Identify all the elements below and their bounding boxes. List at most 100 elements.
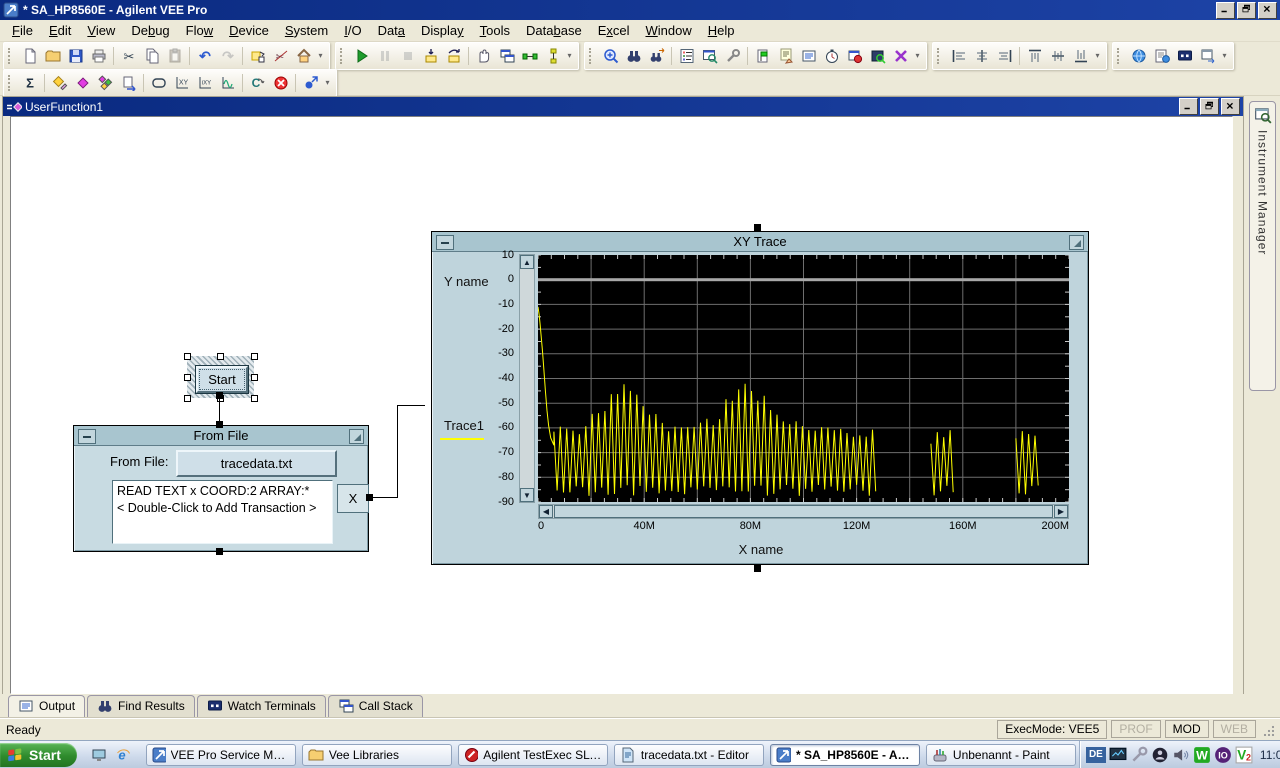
instrument-manager-tab[interactable]: Instrument Manager <box>1249 101 1276 391</box>
view-detail-button[interactable] <box>866 45 889 68</box>
menu-flow[interactable]: Flow <box>178 20 221 41</box>
close-button[interactable] <box>1258 2 1277 19</box>
x-axis-name[interactable]: X name <box>432 542 1090 557</box>
restore-button[interactable] <box>1237 2 1256 19</box>
y-axis-name[interactable]: Y name <box>444 274 489 289</box>
tab-call-stack[interactable]: Call Stack <box>328 695 423 717</box>
trace1-color-swatch[interactable] <box>440 438 484 440</box>
web-export-button[interactable] <box>1196 45 1219 68</box>
quicklaunch-ie-button[interactable]: e <box>111 743 135 767</box>
output-pin-x-tab[interactable]: X <box>337 484 369 513</box>
menu-display[interactable]: Display <box>413 20 472 41</box>
from-file-object[interactable]: From File From File: tracedata.txt READ … <box>73 425 369 552</box>
taskbar-task-tracedata-txt-editor[interactable]: tracedata.txt - Editor <box>614 744 764 766</box>
transaction-list[interactable]: READ TEXT x COORD:2 ARRAY:*< Double-Clic… <box>112 480 333 544</box>
tools-wrench-button[interactable] <box>721 45 744 68</box>
tray-agent-icon[interactable] <box>1151 746 1169 764</box>
selection-handle[interactable] <box>217 353 224 360</box>
undo-button[interactable]: ↶ <box>193 45 216 68</box>
taskbar-task-agilent-testexec-sl-t[interactable]: Agilent TestExec SL - T... <box>458 744 608 766</box>
clone-button[interactable] <box>246 45 269 68</box>
menu-debug[interactable]: Debug <box>123 20 177 41</box>
pan-hand-button[interactable] <box>472 45 495 68</box>
xy-trace-title-bar[interactable]: XY Trace <box>432 232 1088 252</box>
flag-note-button[interactable] <box>751 45 774 68</box>
tab-find-results[interactable]: Find Results <box>87 695 195 717</box>
xy-display-button[interactable]: XY <box>170 71 193 94</box>
list-view-button[interactable] <box>797 45 820 68</box>
toolbar-grip[interactable] <box>8 48 14 64</box>
from-file-sequence-out-pin[interactable] <box>216 548 223 555</box>
cascade-windows-button[interactable] <box>495 45 518 68</box>
xy-trace-minimize-button[interactable] <box>436 235 454 250</box>
zoom-in-button[interactable] <box>599 45 622 68</box>
child-restore-button[interactable] <box>1200 98 1219 115</box>
menu-system[interactable]: System <box>277 20 336 41</box>
menu-file[interactable]: File <box>4 20 41 41</box>
instrument-multi-button[interactable] <box>94 71 117 94</box>
disconnect-button[interactable]: ✂ <box>269 45 292 68</box>
toolbar-overflow-button[interactable]: ▾ <box>315 52 326 60</box>
scroll-left-arrow[interactable]: ◀ <box>539 505 553 518</box>
print-button[interactable] <box>87 45 110 68</box>
transaction-line[interactable]: < Double-Click to Add Transaction > <box>117 500 328 517</box>
web-page-button[interactable] <box>1150 45 1173 68</box>
file-name-button[interactable]: tracedata.txt <box>176 450 337 477</box>
selection-handle[interactable] <box>184 374 191 381</box>
wire-to-xytrace[interactable] <box>397 405 425 406</box>
taskbar-task-sa-hp8560e-agil[interactable]: * SA_HP8560E - Agil... <box>770 744 920 766</box>
child-close-button[interactable] <box>1221 98 1240 115</box>
start-menu-button[interactable]: Start <box>0 743 77 767</box>
tray-vee-icon[interactable]: V2 <box>1235 746 1253 764</box>
scroll-right-arrow[interactable]: ▶ <box>1054 505 1068 518</box>
from-file-title-bar[interactable]: From File <box>74 426 368 446</box>
menu-help[interactable]: Help <box>700 20 743 41</box>
menu-view[interactable]: View <box>79 20 123 41</box>
menu-window[interactable]: Window <box>637 20 699 41</box>
breakpoint-button[interactable] <box>843 45 866 68</box>
web-terminal-button[interactable] <box>1173 45 1196 68</box>
properties-list-button[interactable] <box>675 45 698 68</box>
web-globe-button[interactable] <box>1127 45 1150 68</box>
tray-volume-icon[interactable] <box>1172 746 1190 764</box>
child-minimize-button[interactable] <box>1179 98 1198 115</box>
new-file-button[interactable] <box>18 45 41 68</box>
cut-wire-button[interactable] <box>889 45 912 68</box>
save-file-button[interactable] <box>64 45 87 68</box>
from-file-x-data-pin[interactable] <box>366 494 373 501</box>
x-scroll-thumb[interactable] <box>554 505 1053 518</box>
tray-display-icon[interactable] <box>1109 746 1127 764</box>
xytrace-sequence-in-pin[interactable] <box>754 224 761 231</box>
x-scrollbar[interactable]: ◀ ▶ <box>538 504 1069 519</box>
language-indicator[interactable]: DE <box>1086 747 1106 763</box>
align-left-button[interactable] <box>947 45 970 68</box>
instrument-pink-button[interactable] <box>71 71 94 94</box>
minimize-button[interactable] <box>1216 2 1235 19</box>
menu-io[interactable]: I/O <box>336 20 369 41</box>
instrument-copy-button[interactable] <box>117 71 140 94</box>
home-button[interactable] <box>292 45 315 68</box>
menu-tools[interactable]: Tools <box>472 20 518 41</box>
trace1-legend-label[interactable]: Trace1 <box>444 418 484 433</box>
step-into-button[interactable] <box>419 45 442 68</box>
userobject-button[interactable] <box>147 71 170 94</box>
call-function-button[interactable]: C <box>246 71 269 94</box>
selection-handle[interactable] <box>251 353 258 360</box>
toolbar-overflow-button[interactable]: ▾ <box>1092 52 1103 60</box>
align-middle-button[interactable] <box>1046 45 1069 68</box>
selection-handle[interactable] <box>251 395 258 402</box>
complex-display-button[interactable]: iXY <box>193 71 216 94</box>
menu-excel[interactable]: Excel <box>590 20 638 41</box>
taskbar-task-vee-pro-service-manager[interactable]: VEE Pro Service Manager <box>146 744 296 766</box>
toolbar-grip[interactable] <box>8 75 14 91</box>
properties-hand-button[interactable] <box>774 45 797 68</box>
align-right-button[interactable] <box>993 45 1016 68</box>
plot-area[interactable] <box>538 255 1069 502</box>
align-center-button[interactable] <box>970 45 993 68</box>
quicklaunch-desktop-button[interactable] <box>87 743 111 767</box>
copy-button[interactable] <box>140 45 163 68</box>
from-file-sequence-in-pin[interactable] <box>216 421 223 428</box>
xy-trace-object[interactable]: XY Trace Y name Trace1 100-10-20-30-40-5… <box>431 231 1089 565</box>
paste-button[interactable] <box>163 45 186 68</box>
waveform-display-button[interactable] <box>216 71 239 94</box>
